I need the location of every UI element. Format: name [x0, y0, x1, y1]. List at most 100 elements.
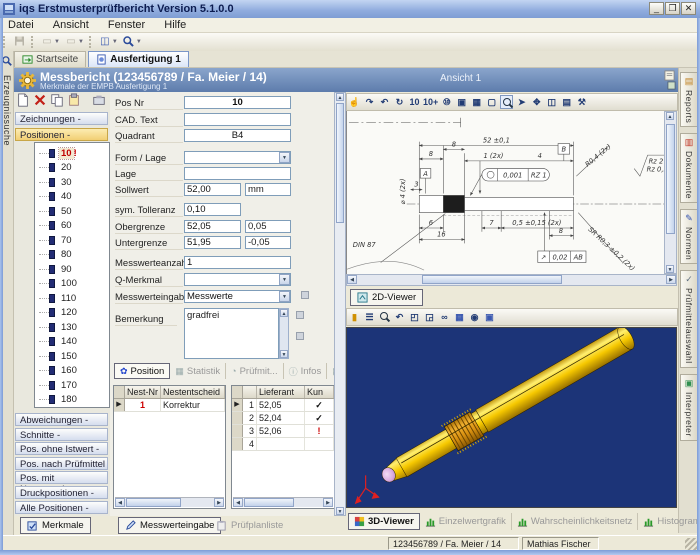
bemerkung-button-2[interactable]	[296, 332, 304, 340]
position-tree-item[interactable]: 20	[35, 161, 109, 176]
nestnr-header[interactable]: Nest-Nr	[125, 386, 161, 398]
nest-table-row[interactable]: ▶ 1 Korrektur	[114, 399, 225, 412]
index-cell[interactable]: 3	[243, 425, 257, 437]
drawing-vscrollbar[interactable]: ▲▼	[664, 111, 677, 274]
right-strip-tab[interactable]: ✓ Prüfmittelauswahl	[680, 270, 698, 368]
cursor-icon[interactable]: ➤	[515, 95, 528, 109]
copy-icon[interactable]	[50, 93, 64, 107]
form-tab[interactable]: ◔ Prüfmit...	[226, 363, 283, 379]
pan-hand-icon[interactable]: ✥	[530, 95, 543, 109]
bemerkung-button-1[interactable]	[296, 311, 304, 319]
rotate-cw-icon[interactable]: ↷	[363, 95, 376, 109]
sollwert-input[interactable]: 52,00	[184, 183, 241, 196]
position-tree-item[interactable]: 120	[35, 306, 109, 321]
obergrenze-delta-input[interactable]: 0,05	[245, 220, 291, 233]
position-tree-item[interactable]: 180	[35, 393, 109, 408]
nestentscheid-header[interactable]: Nestentscheid	[161, 386, 225, 398]
close-button[interactable]: ✕	[681, 2, 696, 15]
undo-view-icon[interactable]: ↶	[393, 310, 406, 324]
group-positionen[interactable]: Positionen -	[15, 128, 108, 141]
qmerkmal-dropdown-button[interactable]	[279, 274, 290, 285]
tab-pruefplanliste[interactable]: Prüfplanliste	[210, 517, 289, 534]
posnr-input[interactable]: 10	[184, 96, 291, 109]
tab-messwerteingabe[interactable]: Messwerteingabe	[118, 517, 221, 534]
stamp-icon[interactable]: ☝	[348, 95, 361, 109]
bemerkung-scrollbar[interactable]: ▲▼	[279, 308, 289, 359]
messwerteanzahl-input[interactable]: 1	[184, 256, 291, 269]
fit-region-icon[interactable]: ▢	[485, 95, 498, 109]
quadrant-input[interactable]: B4	[184, 129, 291, 142]
menu-item[interactable]: Ansicht	[45, 18, 97, 32]
chart-tab[interactable]: Histogramm	[638, 513, 700, 530]
measurement-row[interactable]: 2 52,04 ✓	[232, 412, 334, 425]
rotate-ccw-icon[interactable]: ↶	[378, 95, 391, 109]
image-icon[interactable]: ▣	[483, 310, 496, 324]
index-cell[interactable]: 2	[243, 412, 257, 424]
lieferant-header[interactable]: Lieferant	[257, 386, 305, 398]
index-header[interactable]	[243, 386, 257, 398]
dropdown-arrow-icon[interactable]: ▼	[78, 39, 84, 45]
model-icon[interactable]: ▮	[348, 310, 361, 324]
position-tree-item[interactable]: 50	[35, 204, 109, 219]
zoom-box-10-icon[interactable]: ▣	[455, 95, 468, 109]
zoom-10plus-icon[interactable]: 10+	[423, 95, 438, 109]
position-tree-item[interactable]: 60	[35, 219, 109, 234]
page-preview-icon[interactable]: ◫	[545, 95, 558, 109]
position-tree-item[interactable]: 90	[35, 262, 109, 277]
group-zeichnungen[interactable]: Zeichnungen -	[15, 112, 108, 125]
paste-icon[interactable]	[67, 93, 81, 107]
untergrenze-input[interactable]: 51,95	[184, 236, 241, 249]
zoom-10-icon[interactable]: 10	[408, 95, 421, 109]
menu-item[interactable]: Datei	[0, 18, 42, 32]
zoom-window-icon[interactable]: ◰	[408, 310, 421, 324]
model-3d-viewport[interactable]	[346, 327, 677, 508]
refresh-icon[interactable]	[92, 93, 106, 107]
position-tree-item[interactable]: 70	[35, 233, 109, 248]
note-icon[interactable]	[664, 70, 675, 81]
untergrenze-delta-input[interactable]: -0,05	[245, 236, 291, 249]
form-tab[interactable]: ▦ Statistik	[170, 363, 226, 379]
tab-merkmale[interactable]: Merkmale	[20, 517, 91, 534]
qmerkmal-select[interactable]	[184, 273, 291, 286]
list-icon[interactable]: ☰	[363, 310, 376, 324]
form-panel-scrollbar[interactable]: ▲ ▼	[334, 92, 346, 516]
drawing-hscrollbar[interactable]: ◀▶	[346, 274, 677, 286]
zoom-extent-icon[interactable]: ◲	[423, 310, 436, 324]
save-view-icon[interactable]: ▦	[453, 310, 466, 324]
position-tree-item[interactable]: 130	[35, 320, 109, 335]
position-tree-item[interactable]: 40	[35, 190, 109, 205]
obergrenze-input[interactable]: 52,05	[184, 220, 241, 233]
kunde-header[interactable]: Kun	[305, 386, 334, 398]
position-tree-item[interactable]: 160	[35, 364, 109, 379]
symtoleranz-input[interactable]: 0,10	[184, 203, 241, 216]
messwerteingabe-select[interactable]: Messwerte	[184, 290, 291, 303]
link-icon[interactable]: ∞	[438, 310, 451, 324]
index-cell[interactable]: 4	[243, 438, 257, 450]
snapshot-icon[interactable]: ◉	[468, 310, 481, 324]
right-strip-tab[interactable]: ▥ Dokumente	[680, 133, 698, 203]
menu-item[interactable]: Fenster	[100, 18, 153, 32]
resize-grip[interactable]	[685, 538, 697, 550]
value-table-hscrollbar[interactable]: ◀▶	[233, 497, 333, 507]
toolbar-grip[interactable]	[3, 36, 7, 48]
maximize-button[interactable]: ❐	[665, 2, 680, 15]
messwerteingabe-more-button[interactable]	[301, 291, 309, 299]
position-tree-item[interactable]: 10 !	[35, 146, 109, 161]
messwerteingabe-dropdown-button[interactable]	[279, 291, 290, 302]
toolbar-grip[interactable]	[89, 36, 93, 48]
position-tree-item[interactable]: 100	[35, 277, 109, 292]
nestnr-cell[interactable]: 1	[125, 399, 161, 411]
tab-ausfertigung-1[interactable]: Ausfertigung 1	[88, 51, 189, 67]
delete-icon[interactable]	[33, 93, 47, 107]
nest-table-hscrollbar[interactable]: ◀▶	[115, 497, 224, 507]
position-tree-item[interactable]: 110	[35, 291, 109, 306]
rotate-full-icon[interactable]: ↻	[393, 95, 406, 109]
tab-3d-viewer[interactable]: 3D-Viewer	[348, 513, 420, 530]
fit-window-icon[interactable]: ▦	[470, 95, 483, 109]
value-cell[interactable]: 52,05	[257, 399, 305, 411]
pin-icon[interactable]	[667, 81, 676, 90]
position-tree-item[interactable]: 30	[35, 175, 109, 190]
right-strip-tab[interactable]: ▣ Interpreter	[680, 374, 698, 441]
value-cell[interactable]: 52,04	[257, 412, 305, 424]
magnifier-icon[interactable]	[500, 95, 513, 109]
